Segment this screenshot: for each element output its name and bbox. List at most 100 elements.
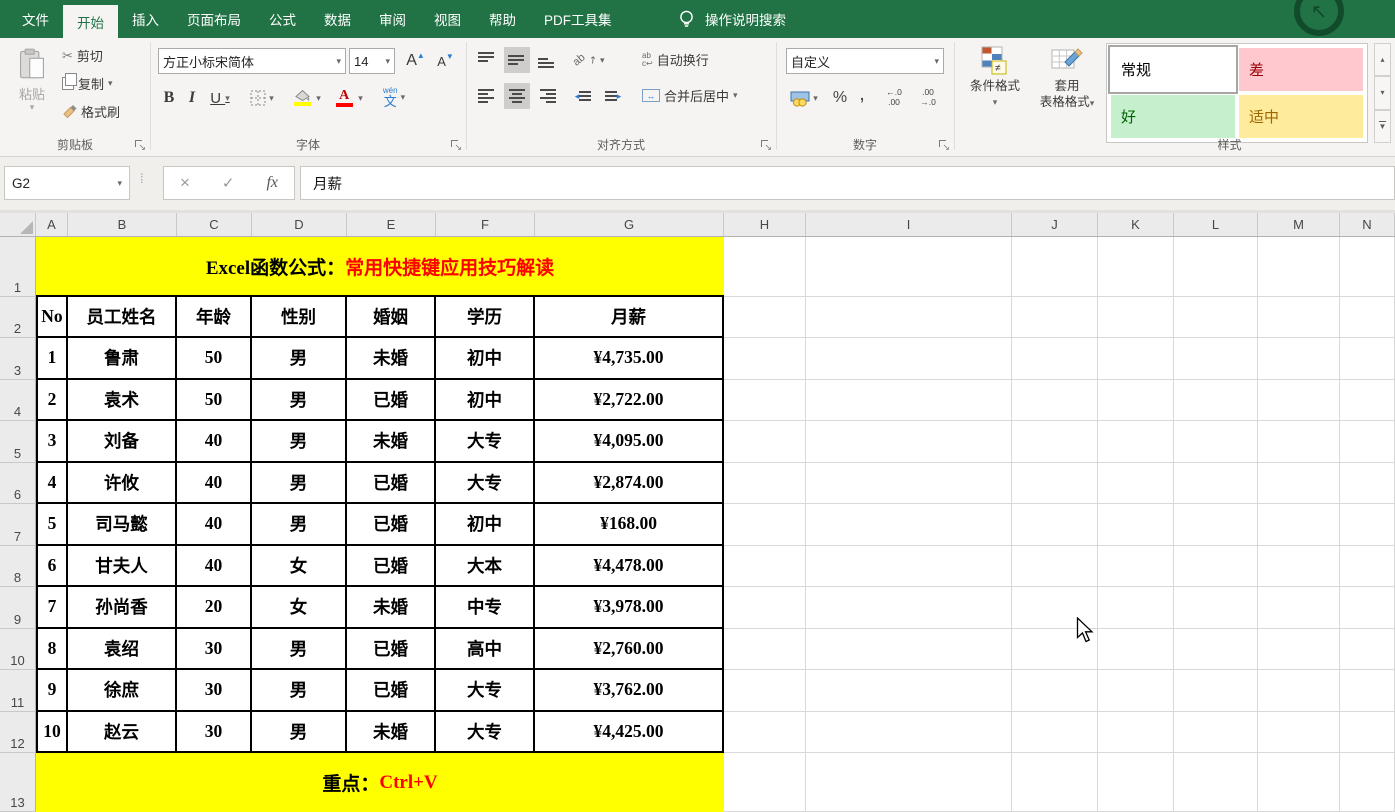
cell-A8[interactable]: 6 bbox=[36, 546, 68, 588]
cell-L6[interactable] bbox=[1174, 463, 1258, 505]
tab-开始[interactable]: 开始 bbox=[63, 5, 118, 38]
cell-B9[interactable]: 孙尚香 bbox=[68, 587, 177, 629]
cell-M2[interactable] bbox=[1258, 297, 1340, 338]
cell-B5[interactable]: 刘备 bbox=[68, 421, 177, 463]
tab-帮助[interactable]: 帮助 bbox=[475, 0, 530, 38]
cell-F12[interactable]: 大专 bbox=[436, 712, 535, 754]
select-all-button[interactable] bbox=[0, 213, 36, 236]
cell-C6[interactable]: 40 bbox=[177, 463, 252, 505]
cell-H13[interactable] bbox=[724, 753, 806, 812]
cell-N1[interactable] bbox=[1340, 237, 1395, 297]
cell-B4[interactable]: 袁术 bbox=[68, 380, 177, 422]
orientation-button[interactable]: ab ↗ ▾ bbox=[570, 47, 608, 73]
cell-L10[interactable] bbox=[1174, 629, 1258, 671]
cell-D10[interactable]: 男 bbox=[252, 629, 347, 671]
row-header-2[interactable]: 2 bbox=[0, 297, 36, 338]
cell-N4[interactable] bbox=[1340, 380, 1395, 422]
cell-C12[interactable]: 30 bbox=[177, 712, 252, 754]
column-header-D[interactable]: D bbox=[252, 213, 347, 236]
name-box-dropdown[interactable]: ▾ bbox=[117, 179, 122, 188]
cell-H8[interactable] bbox=[724, 546, 806, 588]
number-format-combo[interactable]: 自定义▾ bbox=[786, 48, 944, 74]
cell-B3[interactable]: 鲁肃 bbox=[68, 338, 177, 380]
row-header-13[interactable]: 13 bbox=[0, 753, 36, 812]
wrap-text-button[interactable]: abc↩ 自动换行 bbox=[642, 50, 709, 69]
cell-N13[interactable] bbox=[1340, 753, 1395, 812]
cell-G4[interactable]: ¥2,722.00 bbox=[535, 380, 724, 422]
tab-插入[interactable]: 插入 bbox=[118, 0, 173, 38]
increase-indent-button[interactable]: ▸ bbox=[600, 83, 626, 109]
cell-D11[interactable]: 男 bbox=[252, 670, 347, 712]
column-header-L[interactable]: L bbox=[1174, 213, 1258, 236]
cell-D3[interactable]: 男 bbox=[252, 338, 347, 380]
cut-button[interactable]: ✂ 剪切 bbox=[62, 46, 120, 65]
cell-N10[interactable] bbox=[1340, 629, 1395, 671]
cell-L8[interactable] bbox=[1174, 546, 1258, 588]
formula-input[interactable]: 月薪 bbox=[300, 166, 1395, 200]
cell-A5[interactable]: 3 bbox=[36, 421, 68, 463]
cell-F8[interactable]: 大本 bbox=[436, 546, 535, 588]
cell-E4[interactable]: 已婚 bbox=[347, 380, 436, 422]
insert-function-icon[interactable]: fx bbox=[266, 174, 278, 192]
clipboard-dialog-launcher[interactable] bbox=[134, 139, 145, 150]
cell-M13[interactable] bbox=[1258, 753, 1340, 812]
cell-F7[interactable]: 初中 bbox=[436, 504, 535, 546]
cell-B8[interactable]: 甘夫人 bbox=[68, 546, 177, 588]
cell-M9[interactable] bbox=[1258, 587, 1340, 629]
row-header-7[interactable]: 7 bbox=[0, 504, 36, 546]
cell-J13[interactable] bbox=[1012, 753, 1098, 812]
column-header-N[interactable]: N bbox=[1340, 213, 1395, 236]
cell-style-适中[interactable]: 适中 bbox=[1239, 95, 1363, 138]
cell-H1[interactable] bbox=[724, 237, 806, 297]
row-header-10[interactable]: 10 bbox=[0, 629, 36, 671]
cell-D7[interactable]: 男 bbox=[252, 504, 347, 546]
column-header-J[interactable]: J bbox=[1012, 213, 1098, 236]
cell-K2[interactable] bbox=[1098, 297, 1174, 338]
row-header-3[interactable]: 3 bbox=[0, 338, 36, 380]
cell-E7[interactable]: 已婚 bbox=[347, 504, 436, 546]
cell-M4[interactable] bbox=[1258, 380, 1340, 422]
cell-E6[interactable]: 已婚 bbox=[347, 463, 436, 505]
cell-I3[interactable] bbox=[806, 338, 1012, 380]
cell-G2[interactable]: 月薪 bbox=[535, 297, 724, 338]
cell-F5[interactable]: 大专 bbox=[436, 421, 535, 463]
cell-J12[interactable] bbox=[1012, 712, 1098, 754]
column-header-G[interactable]: G bbox=[535, 213, 724, 236]
cell-F4[interactable]: 初中 bbox=[436, 380, 535, 422]
cell-F3[interactable]: 初中 bbox=[436, 338, 535, 380]
increase-decimal-button[interactable]: ←.0.00 bbox=[878, 84, 910, 112]
alignment-dialog-launcher[interactable] bbox=[760, 139, 771, 150]
cell-C2[interactable]: 年龄 bbox=[177, 297, 252, 338]
cell-D8[interactable]: 女 bbox=[252, 546, 347, 588]
column-header-M[interactable]: M bbox=[1258, 213, 1340, 236]
column-header-B[interactable]: B bbox=[68, 213, 177, 236]
cell-A10[interactable]: 8 bbox=[36, 629, 68, 671]
cell-L11[interactable] bbox=[1174, 670, 1258, 712]
decrease-decimal-button[interactable]: .00→.0 bbox=[912, 84, 944, 112]
cell-K13[interactable] bbox=[1098, 753, 1174, 812]
cell-K1[interactable] bbox=[1098, 237, 1174, 297]
copy-button[interactable]: 复制 ▾ bbox=[62, 74, 120, 93]
row-header-12[interactable]: 12 bbox=[0, 712, 36, 754]
name-box[interactable]: G2 ▾ bbox=[4, 166, 130, 200]
cell-G7[interactable]: ¥168.00 bbox=[535, 504, 724, 546]
column-header-K[interactable]: K bbox=[1098, 213, 1174, 236]
gallery-scroll-up[interactable]: ▴ bbox=[1374, 43, 1391, 76]
cell-J5[interactable] bbox=[1012, 421, 1098, 463]
top-align-button[interactable] bbox=[474, 47, 500, 73]
font-name-combo[interactable]: 方正小标宋简体▾ bbox=[158, 48, 346, 74]
banner-footer-cell[interactable]: 重点：Ctrl+V bbox=[36, 753, 724, 812]
cell-L3[interactable] bbox=[1174, 338, 1258, 380]
middle-align-button[interactable] bbox=[504, 47, 530, 73]
row-header-1[interactable]: 1 bbox=[0, 237, 36, 297]
cell-B10[interactable]: 袁绍 bbox=[68, 629, 177, 671]
cell-C5[interactable]: 40 bbox=[177, 421, 252, 463]
cell-L7[interactable] bbox=[1174, 504, 1258, 546]
gallery-more-button[interactable]: ▼ bbox=[1374, 110, 1391, 143]
merge-center-button[interactable]: ↔ 合并后居中 ▾ bbox=[642, 86, 738, 105]
cell-D2[interactable]: 性别 bbox=[252, 297, 347, 338]
increase-font-size-button[interactable]: A▲ bbox=[402, 48, 429, 74]
cell-J3[interactable] bbox=[1012, 338, 1098, 380]
cell-I4[interactable] bbox=[806, 380, 1012, 422]
column-header-E[interactable]: E bbox=[347, 213, 436, 236]
